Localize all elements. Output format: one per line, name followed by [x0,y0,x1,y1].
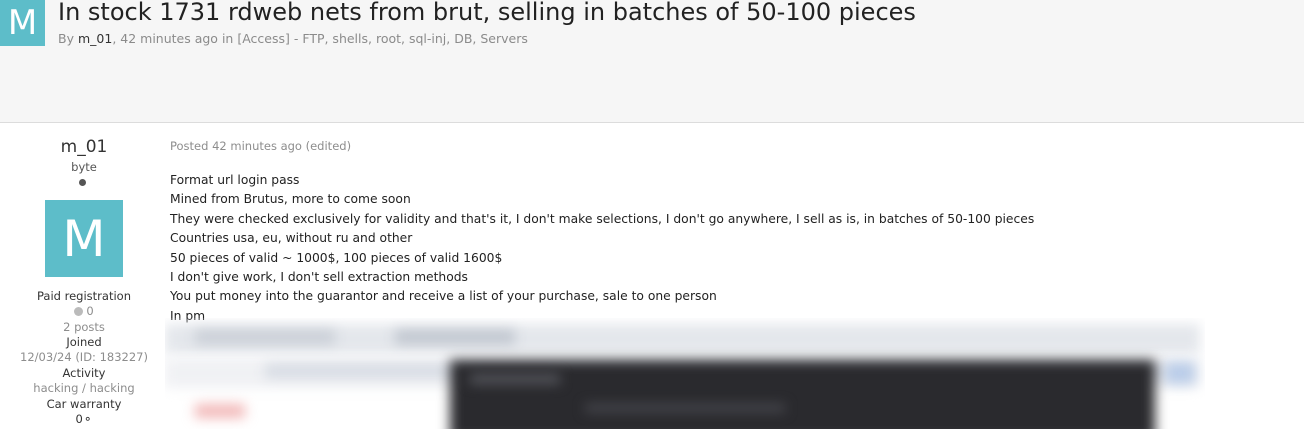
activity-value: hacking / hacking [33,381,135,395]
in-label: in [221,31,234,46]
post-line: I don't give work, I don't sell extracti… [170,269,468,284]
warranty-label: Car warranty [46,397,122,411]
activity-label: Activity [62,366,106,380]
warranty-value: 0 [75,412,83,426]
post-body: Format url login pass Mined from Brutus,… [170,171,1034,326]
topic-byline: By m_01, 42 minutes ago in [Access] - FT… [58,31,528,46]
reputation-icon [74,307,84,316]
by-label: By [58,31,74,46]
blurred-screenshot-image [165,318,1205,429]
post-line: Format url login pass [170,173,300,187]
author-posts[interactable]: 2 posts [0,320,168,334]
author-avatar[interactable]: M [45,200,123,277]
joined-label: Joined [66,335,102,349]
post-line: 50 pieces of valid ~ 1000$, 100 pieces o… [170,250,503,265]
joined-value: 12/03/24 (ID: 183227) [20,350,148,364]
author-username[interactable]: m_01 [0,137,168,157]
post-line: You put money into the guarantor and rec… [170,289,717,304]
author-reputation: 0 [0,304,168,318]
topic-title: In stock 1731 rdweb nets from brut, sell… [58,0,916,26]
reputation-value: 0 [86,304,94,318]
topic-author-avatar[interactable]: M [0,0,45,46]
topic-time: 42 minutes ago [120,31,218,46]
warranty-row: 0⚬ [0,412,168,426]
post-timestamp[interactable]: Posted 42 minutes ago (edited) [170,139,351,153]
post-line: Countries usa, eu, without ru and other [170,231,413,246]
post-line: Mined from Brutus, more to come soon [170,192,411,207]
post-line: They were checked exclusively for validi… [170,211,1035,226]
author-group: Paid registration [37,289,131,303]
author-rank: byte [71,160,97,174]
topic-author-link[interactable]: m_01 [78,31,112,46]
forum-link[interactable]: [Access] - FTP, shells, root, sql-inj, D… [237,31,528,46]
topic-header: M In stock 1731 rdweb nets from brut, se… [0,0,1304,123]
handshake-icon: ⚬ [82,412,93,426]
online-status-dot [79,179,86,186]
